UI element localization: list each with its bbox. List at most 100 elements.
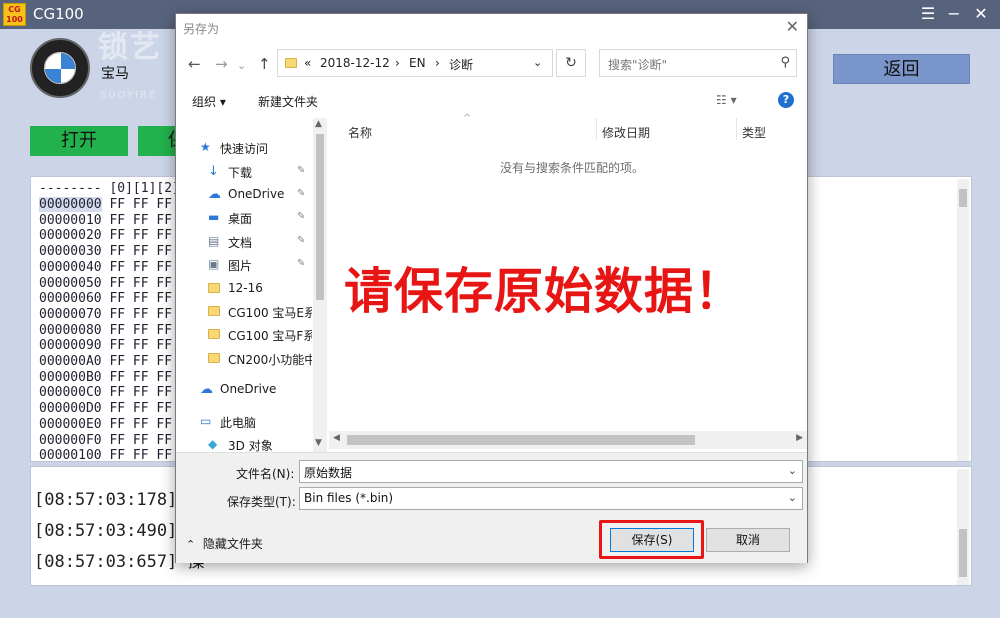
save-button[interactable]: 保存(S): [610, 528, 694, 552]
nav-scrollbar[interactable]: ▲ ▼: [313, 118, 327, 452]
breadcrumb-separator: ›: [435, 56, 440, 70]
hex-bytes: FF FF FF: [109, 212, 173, 228]
help-icon[interactable]: ?: [778, 92, 794, 108]
filetype-select[interactable]: Bin files (*.bin) ⌄: [299, 487, 803, 510]
pin-icon[interactable]: ✎: [297, 258, 305, 269]
back-arrow-icon[interactable]: ←: [188, 55, 201, 73]
hex-row[interactable]: 000000D0 FF FF FF: [39, 401, 172, 416]
address-bar[interactable]: « 2018-12-12 › EN › 诊断 ⌄: [277, 49, 553, 77]
folder-icon: [208, 306, 220, 316]
hide-folders-toggle[interactable]: ⌃ 隐藏文件夹: [186, 535, 263, 552]
nav-item-label: CN200小功能中: [228, 353, 312, 367]
hex-row[interactable]: 00000060 FF FF FF: [39, 291, 172, 306]
hex-address: 000000B0: [39, 369, 102, 385]
log-timestamp: [08:57:03:178]: [34, 490, 178, 510]
hex-bytes: FF FF FF: [109, 338, 173, 354]
cloud-icon: ☁: [200, 382, 213, 397]
cancel-button[interactable]: 取消: [706, 528, 790, 552]
hex-row[interactable]: 00000030 FF FF FF: [39, 244, 172, 259]
hex-bytes: FF FF FF: [109, 448, 173, 464]
hex-row[interactable]: 00000100 FF FF FF: [39, 448, 172, 463]
hex-bytes: FF FF FF: [109, 291, 173, 307]
hex-header: -------- [0][1][2]: [39, 181, 180, 196]
hex-scrollbar[interactable]: [957, 179, 969, 461]
hex-address: 00000010: [39, 212, 102, 228]
pin-icon[interactable]: ✎: [297, 188, 305, 199]
hex-address: 00000020: [39, 228, 102, 244]
hex-row[interactable]: 00000080 FF FF FF: [39, 323, 172, 338]
open-button[interactable]: 打开: [30, 126, 128, 156]
hex-row[interactable]: 00000070 FF FF FF: [39, 307, 172, 322]
dialog-close-icon[interactable]: ✕: [786, 17, 799, 36]
hex-address: 000000D0: [39, 401, 102, 417]
breadcrumb-date[interactable]: 2018-12-12: [320, 56, 390, 70]
file-list-hscrollbar[interactable]: ◀ ▶: [329, 431, 807, 449]
hide-folders-label: 隐藏文件夹: [202, 537, 263, 551]
menu-icon[interactable]: ☰: [917, 4, 939, 23]
forward-arrow-icon[interactable]: →: [215, 55, 228, 73]
hex-row[interactable]: 000000C0 FF FF FF: [39, 385, 172, 400]
column-name[interactable]: 名称: [348, 124, 372, 141]
breadcrumb-separator: ›: [395, 56, 400, 70]
sort-arrow-icon: ^: [463, 113, 472, 124]
filename-value: 原始数据: [304, 466, 353, 480]
address-dropdown-icon[interactable]: ⌄: [533, 56, 542, 69]
hex-row[interactable]: 00000000 FF FF FF: [39, 197, 172, 212]
organize-menu[interactable]: 组织 ▾: [192, 93, 226, 110]
filename-field[interactable]: 原始数据 ⌄: [299, 460, 803, 483]
new-folder-button[interactable]: 新建文件夹: [258, 93, 318, 110]
hex-row[interactable]: 00000090 FF FF FF: [39, 338, 172, 353]
breadcrumb-en[interactable]: EN: [409, 56, 426, 70]
hex-row[interactable]: 000000F0 FF FF FF: [39, 433, 172, 448]
hex-row[interactable]: 000000B0 FF FF FF: [39, 370, 172, 385]
minimize-icon[interactable]: −: [943, 4, 965, 23]
search-input[interactable]: 搜索"诊断" ⚲: [599, 49, 797, 77]
close-icon[interactable]: ✕: [970, 4, 992, 23]
hex-row[interactable]: 00000050 FF FF FF: [39, 276, 172, 291]
hex-bytes: FF FF FF: [109, 322, 173, 338]
hex-address: 00000080: [39, 322, 102, 338]
hex-row[interactable]: 000000E0 FF FF FF: [39, 417, 172, 432]
log-scrollbar[interactable]: [957, 469, 969, 585]
column-type[interactable]: 类型: [742, 124, 766, 141]
pin-icon[interactable]: ✎: [297, 211, 305, 222]
hex-address: 00000040: [39, 259, 102, 275]
cg100-logo-icon: CG 100: [3, 3, 26, 26]
breadcrumb-current[interactable]: 诊断: [449, 56, 473, 73]
filetype-value: Bin files (*.bin): [304, 491, 394, 505]
history-chevron-icon[interactable]: ⌄: [237, 59, 246, 72]
hex-row[interactable]: 000000A0 FF FF FF: [39, 354, 172, 369]
column-date[interactable]: 修改日期: [602, 124, 650, 141]
filename-label: 文件名(N):: [236, 467, 295, 481]
save-data-button[interactable]: 保: [138, 126, 186, 156]
save-original-data-annotation: 请保存原始数据！: [344, 263, 745, 320]
cloud-icon: ☁: [208, 187, 221, 202]
chevron-down-icon[interactable]: ⌄: [788, 464, 797, 477]
pin-icon[interactable]: ✎: [297, 235, 305, 246]
pin-icon[interactable]: ✎: [297, 165, 305, 176]
search-placeholder: 搜索"诊断": [608, 58, 668, 72]
view-options-icon[interactable]: ☷ ▾: [716, 93, 737, 107]
hex-row[interactable]: 00000040 FF FF FF: [39, 260, 172, 275]
hex-address: 00000060: [39, 291, 102, 307]
chevron-down-icon[interactable]: ⌄: [788, 491, 797, 504]
nav-item-label: 此电脑: [220, 416, 257, 430]
back-button[interactable]: 返回: [833, 54, 970, 84]
hex-address: 000000F0: [39, 432, 102, 448]
folder-icon: [208, 353, 220, 363]
hex-bytes: FF FF FF: [109, 432, 173, 448]
hex-bytes: FF FF FF: [109, 275, 173, 291]
hex-row[interactable]: 00000010 FF FF FF: [39, 213, 172, 228]
hex-bytes: FF FF FF: [109, 385, 173, 401]
hex-address: 00000090: [39, 338, 102, 354]
hex-row[interactable]: 00000020 FF FF FF: [39, 228, 172, 243]
download-icon: ↓: [208, 164, 219, 179]
chevron-up-icon: ⌃: [186, 538, 196, 551]
hex-bytes: FF FF FF: [109, 416, 173, 432]
refresh-icon[interactable]: ↻: [556, 49, 586, 77]
hex-bytes: FF FF FF: [109, 369, 173, 385]
breadcrumb-overflow[interactable]: «: [304, 56, 311, 70]
brand-label: 宝马: [101, 66, 129, 82]
up-arrow-icon[interactable]: ↑: [258, 55, 271, 73]
bmw-logo-icon: [30, 38, 90, 98]
